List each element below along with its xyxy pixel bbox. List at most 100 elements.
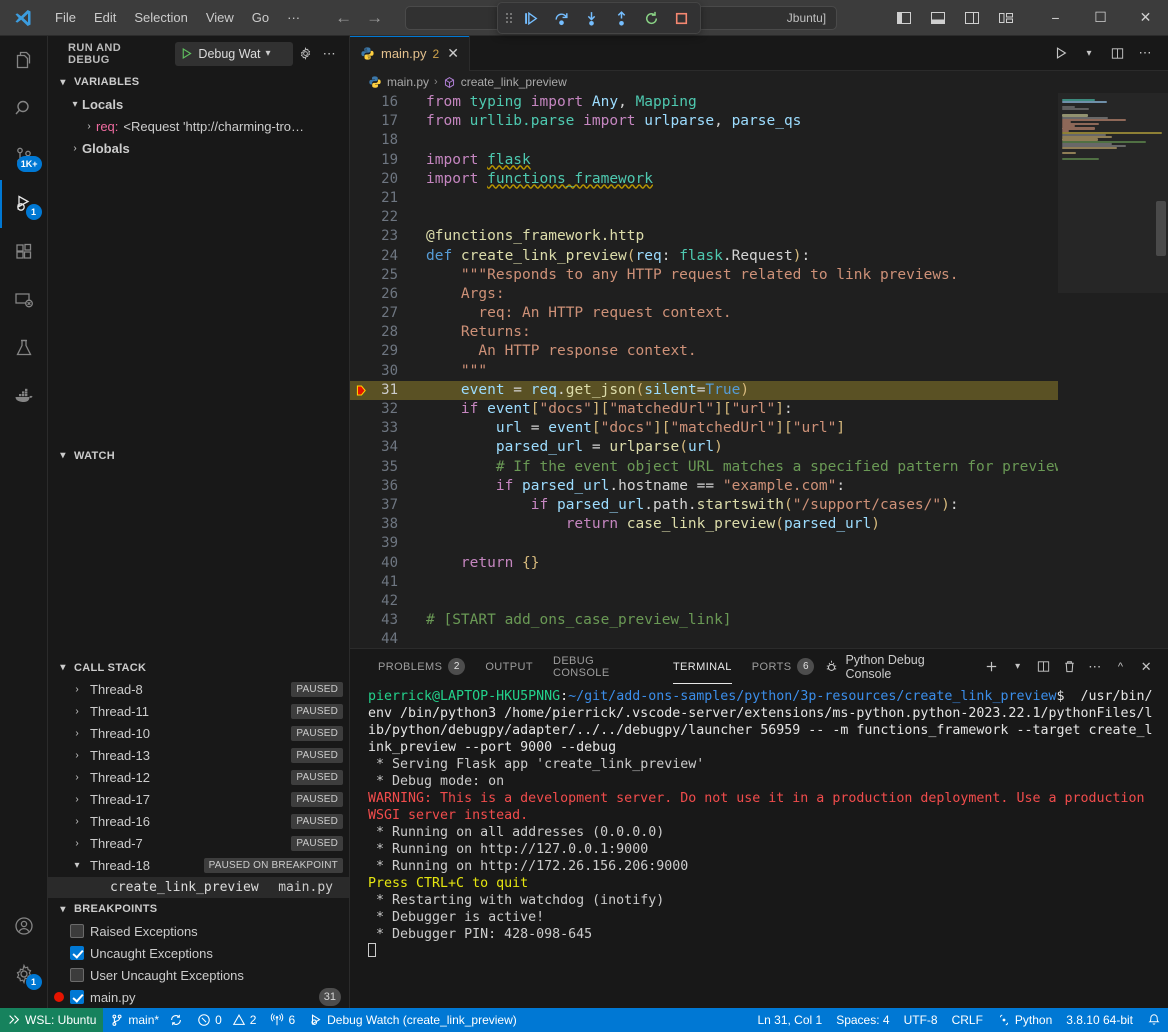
chevron-down-icon[interactable]: ▾ — [68, 99, 82, 110]
customize-layout-icon[interactable] — [989, 3, 1023, 33]
continue-button[interactable] — [516, 5, 546, 31]
panel-tab-ports[interactable]: PORTS 6 — [742, 649, 825, 684]
arrow-right-icon[interactable]: → — [366, 9, 383, 26]
breakpoint-arrow-icon[interactable] — [350, 384, 372, 397]
code-line[interactable]: 41 — [350, 573, 1058, 592]
chevron-right-icon[interactable]: › — [68, 143, 82, 154]
run-python-file-button[interactable] — [1048, 38, 1074, 68]
chevron-right-icon[interactable]: › — [70, 728, 84, 739]
status-branch-indicator[interactable]: main* — [103, 1008, 190, 1032]
minimap[interactable] — [1058, 93, 1168, 648]
panel-tab-terminal[interactable]: TERMINAL — [663, 649, 742, 684]
code-line[interactable]: 38 return case_link_preview(parsed_url) — [350, 515, 1058, 534]
code-line[interactable]: 19import flask — [350, 151, 1058, 170]
code-line[interactable]: 40 return {} — [350, 554, 1058, 573]
code-line[interactable]: 35 # If the event object URL matches a s… — [350, 458, 1058, 477]
chevron-down-icon[interactable]: ▾ — [1006, 655, 1030, 679]
step-into-button[interactable] — [576, 5, 606, 31]
chevron-right-icon[interactable]: › — [70, 750, 84, 761]
activity-item-explorer[interactable] — [0, 36, 48, 84]
breakpoint-checkbox[interactable] — [70, 924, 84, 938]
status-problems-indicator[interactable]: 0 2 — [190, 1008, 263, 1032]
new-terminal-button[interactable] — [980, 655, 1004, 679]
close-window-button[interactable]: ✕ — [1123, 0, 1168, 36]
chevron-right-icon[interactable]: › — [70, 816, 84, 827]
restart-button[interactable] — [636, 5, 666, 31]
chevron-right-icon[interactable]: › — [82, 121, 96, 132]
scrollbar-thumb[interactable] — [1156, 201, 1166, 256]
chevron-right-icon[interactable]: › — [70, 706, 84, 717]
callstack-thread-row[interactable]: › Thread-12 PAUSED — [48, 767, 349, 789]
menu-selection[interactable]: Selection — [125, 6, 196, 29]
breakpoint-row-main-py[interactable]: main.py 31 — [48, 986, 349, 1008]
toggle-primary-sidebar-icon[interactable] — [887, 3, 921, 33]
chevron-down-icon[interactable]: ▾ — [266, 48, 271, 59]
code-line[interactable]: 27 req: An HTTP request context. — [350, 304, 1058, 323]
activity-item-remote-explorer[interactable] — [0, 276, 48, 324]
maximize-button[interactable]: ☐ — [1078, 0, 1123, 36]
minimap-slider[interactable] — [1058, 93, 1168, 293]
watch-section-header[interactable]: ▾ WATCH — [48, 445, 349, 467]
split-terminal-button[interactable] — [1032, 655, 1056, 679]
status-notifications[interactable] — [1140, 1008, 1168, 1032]
activity-item-search[interactable] — [0, 84, 48, 132]
ellipsis-icon[interactable]: ⋯ — [1132, 38, 1158, 68]
code-line[interactable]: 31 event = req.get_json(silent=True) — [350, 381, 1058, 400]
code-line[interactable]: 26 Args: — [350, 285, 1058, 304]
activity-item-run-and-debug[interactable]: 1 — [0, 180, 48, 228]
code-line[interactable]: 36 if parsed_url.hostname == "example.co… — [350, 477, 1058, 496]
code-line[interactable]: 25 """Responds to any HTTP request relat… — [350, 266, 1058, 285]
terminal-output[interactable]: pierrick@LAPTOP-HKU5PNNG:~/git/add-ons-s… — [350, 684, 1168, 1008]
code-line[interactable]: 22 — [350, 208, 1058, 227]
breakpoint-checkbox[interactable] — [70, 968, 84, 982]
callstack-thread-row[interactable]: › Thread-13 PAUSED — [48, 745, 349, 767]
chevron-down-icon[interactable]: ▾ — [70, 860, 84, 871]
code-line[interactable]: 32 if event["docs"]["matchedUrl"]["url"]… — [350, 400, 1058, 419]
menu-go[interactable]: Go — [243, 6, 278, 29]
variables-section-header[interactable]: ▾ VARIABLES — [48, 71, 349, 93]
activity-item-testing[interactable] — [0, 324, 48, 372]
editor-tab-main-py[interactable]: main.py 2 ✕ — [350, 36, 470, 71]
variable-scope-globals[interactable]: › Globals — [48, 137, 349, 159]
debug-toolbar-grip[interactable] — [502, 10, 516, 26]
code-line[interactable]: 30 """ — [350, 362, 1058, 381]
breakpoints-section-header[interactable]: ▾ BREAKPOINTS — [48, 898, 349, 920]
debug-configuration-dropdown[interactable]: Debug Wat ▾ — [175, 42, 293, 66]
sidebar-more-actions-button[interactable]: ⋯ — [317, 42, 341, 66]
maximize-panel-button[interactable]: ^ — [1109, 655, 1133, 679]
status-eol[interactable]: CRLF — [945, 1008, 990, 1032]
breakpoint-checkbox[interactable] — [70, 990, 84, 1004]
open-launch-json-button[interactable] — [293, 42, 317, 66]
activity-item-docker[interactable] — [0, 372, 48, 420]
activity-item-settings[interactable]: 1 — [0, 950, 48, 998]
code-line[interactable]: 23@functions_framework.http — [350, 227, 1058, 246]
code-line[interactable]: 44 — [350, 630, 1058, 648]
toggle-secondary-sidebar-icon[interactable] — [955, 3, 989, 33]
status-encoding[interactable]: UTF-8 — [897, 1008, 945, 1032]
chevron-right-icon[interactable]: › — [70, 772, 84, 783]
menu-more[interactable]: ··· — [278, 6, 309, 29]
kill-terminal-button[interactable] — [1057, 655, 1081, 679]
menu-edit[interactable]: Edit — [85, 6, 125, 29]
callstack-thread-row[interactable]: › Thread-17 PAUSED — [48, 789, 349, 811]
code-line[interactable]: 24def create_link_preview(req: flask.Req… — [350, 247, 1058, 266]
step-over-button[interactable] — [546, 5, 576, 31]
step-out-button[interactable] — [606, 5, 636, 31]
code-line[interactable]: 28 Returns: — [350, 323, 1058, 342]
code-line[interactable]: 37 if parsed_url.path.startswith("/suppo… — [350, 496, 1058, 515]
sync-icon[interactable] — [169, 1013, 183, 1027]
menu-file[interactable]: File — [46, 6, 85, 29]
status-remote-indicator[interactable]: WSL: Ubuntu — [0, 1008, 103, 1032]
breakpoint-row-uncaught-exceptions[interactable]: Uncaught Exceptions — [48, 942, 349, 964]
code-line[interactable]: 33 url = event["docs"]["matchedUrl"]["ur… — [350, 419, 1058, 438]
status-interpreter[interactable]: 3.8.10 64-bit — [1059, 1008, 1140, 1032]
split-editor-icon[interactable] — [1104, 38, 1130, 68]
callstack-thread-row[interactable]: › Thread-7 PAUSED — [48, 833, 349, 855]
minimize-button[interactable]: − — [1033, 0, 1078, 36]
status-cursor-position[interactable]: Ln 31, Col 1 — [750, 1008, 829, 1032]
close-panel-button[interactable]: ✕ — [1134, 655, 1158, 679]
activity-item-extensions[interactable] — [0, 228, 48, 276]
callstack-thread-row[interactable]: › Thread-11 PAUSED — [48, 701, 349, 723]
start-debugging-icon[interactable] — [180, 47, 193, 60]
variable-row-req[interactable]: › req: <Request 'http://charming-tro… — [48, 115, 349, 137]
